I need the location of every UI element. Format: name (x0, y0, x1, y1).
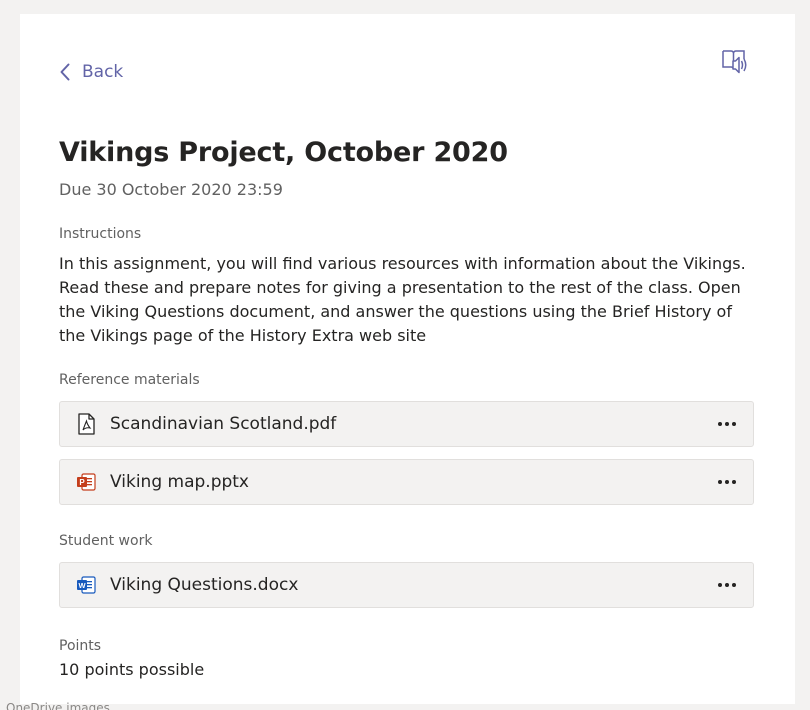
more-options-button[interactable] (707, 467, 747, 497)
more-dot-icon (725, 480, 729, 484)
reference-materials-label: Reference materials (59, 372, 200, 388)
more-dot-icon (725, 583, 729, 587)
more-dot-icon (718, 422, 722, 426)
more-dot-icon (732, 583, 736, 587)
more-dot-icon (725, 422, 729, 426)
back-button[interactable]: Back (60, 59, 123, 85)
more-dot-icon (718, 480, 722, 484)
chevron-left-icon (60, 63, 70, 81)
pdf-file-icon (76, 413, 96, 435)
file-name: Viking Questions.docx (110, 575, 299, 595)
student-work-file-card[interactable]: W Viking Questions.docx (59, 562, 754, 608)
svg-text:W: W (78, 581, 86, 590)
bottom-strip (0, 704, 810, 710)
assignment-panel: Back Vikings Project, October 2020 Due 3… (20, 14, 795, 704)
instructions-label: Instructions (59, 226, 142, 242)
reference-file-card[interactable]: Scandinavian Scotland.pdf (59, 401, 754, 447)
immersive-reader-button[interactable] (720, 47, 750, 77)
background-text: OneDrive images (6, 701, 110, 710)
due-date: Due 30 October 2020 23:59 (59, 180, 283, 199)
immersive-reader-icon (722, 50, 747, 74)
back-label: Back (82, 62, 124, 82)
more-dot-icon (718, 583, 722, 587)
file-name: Viking map.pptx (110, 472, 249, 492)
file-name: Scandinavian Scotland.pdf (110, 414, 337, 434)
word-file-icon: W (76, 574, 96, 596)
powerpoint-file-icon: P (76, 471, 96, 493)
more-dot-icon (732, 422, 736, 426)
more-options-button[interactable] (707, 409, 747, 439)
svg-text:P: P (79, 478, 85, 487)
assignment-title: Vikings Project, October 2020 (59, 137, 508, 168)
points-value: 10 points possible (59, 660, 205, 679)
reference-file-card[interactable]: P Viking map.pptx (59, 459, 754, 505)
student-work-label: Student work (59, 533, 153, 549)
more-dot-icon (732, 480, 736, 484)
instructions-text: In this assignment, you will find variou… (59, 254, 746, 345)
more-options-button[interactable] (707, 570, 747, 600)
points-label: Points (59, 638, 102, 654)
